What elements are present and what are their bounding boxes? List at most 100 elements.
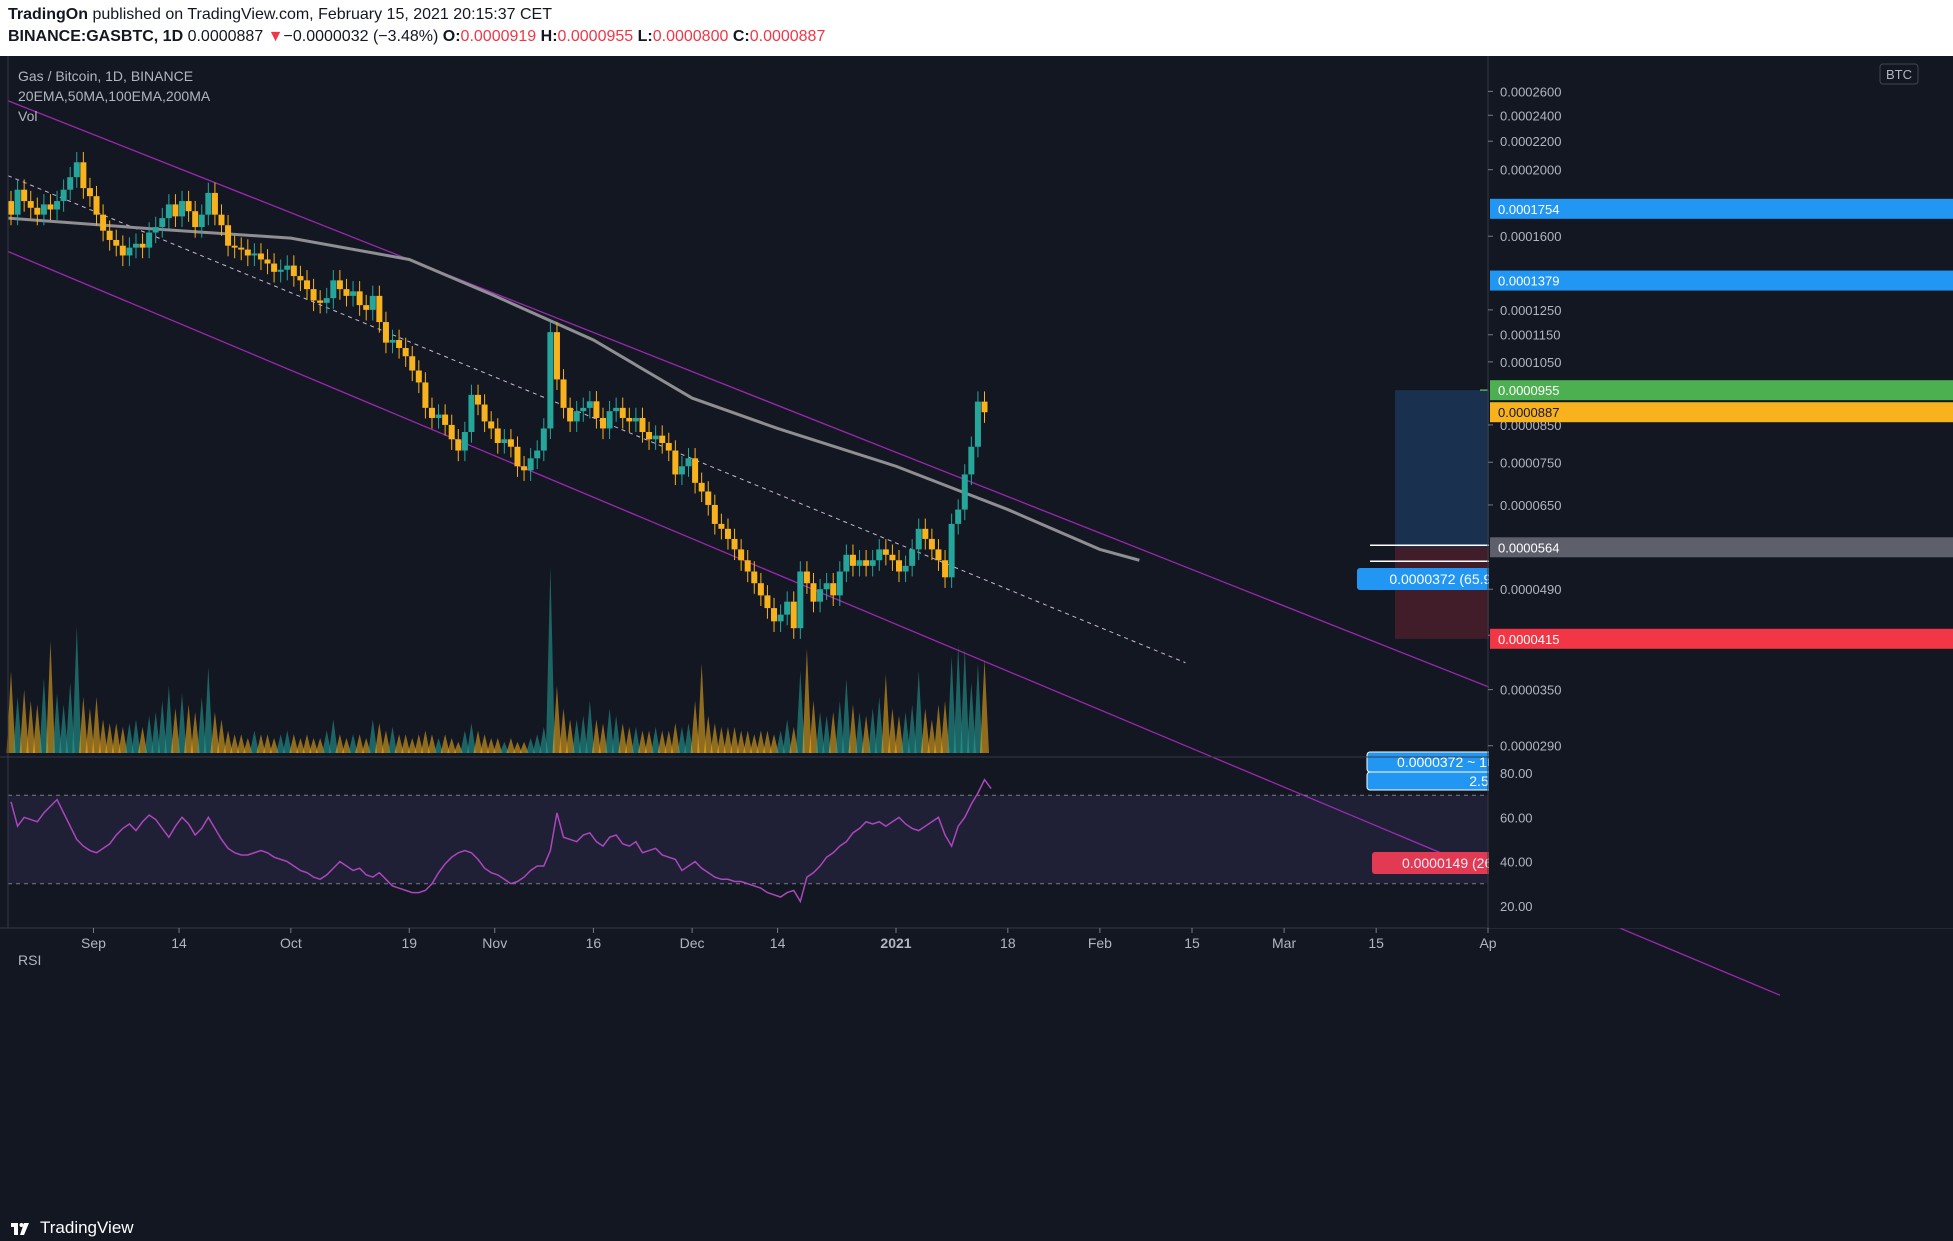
time-tick-label: 15 [1184,935,1200,951]
rsi-tick-label: 20.00 [1500,899,1533,914]
candle-body [277,269,284,272]
open-value: 0.0000919 [460,28,537,45]
price-tick-label: 0.0001250 [1500,303,1561,318]
time-tick-label: 14 [171,935,187,951]
time-tick-label: Oct [280,935,302,951]
candle-body [757,583,764,596]
candle-body [225,225,232,246]
change-arrow-icon: ▼ [267,28,284,45]
candle-body [652,435,659,440]
candle-body [172,204,179,217]
candle-body [830,583,837,596]
price-tick-label: 0.0002400 [1500,108,1561,123]
chart-svg[interactable]: 0.0000372 (65.96%) 1624.160.0000372 ~ 16… [0,56,1953,1215]
chart-frame[interactable]: 0.0000372 (65.96%) 1624.16 0.0000372 ~ 16… [0,56,1953,1215]
publisher-name[interactable]: TradingOn [8,6,88,23]
candle-body [297,276,304,281]
candle-body [659,435,666,443]
candle-body [185,201,192,212]
volume-mark [914,670,924,753]
price-tick-label: 0.0002000 [1500,163,1561,178]
candle-body [678,466,685,475]
candle-body [40,204,47,215]
candle-body [494,428,501,443]
currency-badge[interactable]: BTC [1886,67,1912,82]
candle-body [475,394,482,405]
candle-body [547,332,554,429]
candle-body [593,401,600,418]
candle-body [744,560,751,572]
candle-body [836,571,843,596]
candle-body [567,407,574,422]
candle-body [205,192,212,215]
tradingview-brand[interactable]: TradingView [40,1218,134,1238]
candle-body [271,263,278,272]
candle-body [553,332,560,380]
candle-body [692,458,699,483]
candle-body [942,560,949,578]
candle-body [455,439,462,451]
candle-body [711,504,718,524]
rsi-pane [8,778,1488,904]
ohlc-line: BINANCE:GASBTC, 1D 0.0000887 ▼−0.0000032… [8,28,825,46]
candle-body [468,394,475,433]
candle-body [896,560,902,572]
time-tick-label: 2021 [880,935,911,951]
candle-body [600,417,606,429]
published-text: published on TradingView.com, February 1… [88,6,552,23]
price-tick-label: 0.0001600 [1500,229,1561,244]
rsi-band [8,795,1488,884]
candle-body [402,347,409,357]
rsi-legend: RSI [18,952,41,968]
candle-body [422,382,429,408]
candle-body [580,407,587,412]
candle-body [284,265,291,270]
candle-body [527,458,534,471]
candle-body [343,289,350,296]
candle-body [606,411,613,429]
candle-body [968,446,975,475]
candle-body [290,265,297,277]
candle-body [93,196,100,215]
publish-line: TradingOn published on TradingView.com, … [8,6,552,24]
change-value: −0.0000032 (−3.48%) [283,28,439,45]
volume-mark [545,566,555,753]
candlestick-series[interactable] [8,152,988,639]
volume-mark [328,719,338,753]
volume-mark [92,696,102,753]
candle-body [132,243,139,248]
candle-body [817,589,824,602]
candle-body [179,201,186,217]
price-tick-label: 0.0000350 [1500,683,1561,698]
candle-body [409,356,416,371]
candle-body [705,491,712,505]
indicator-legend: 20EMA,50MA,100EMA,200MA [18,88,211,104]
channel-upper-line [7,100,1212,578]
candle-body [47,204,54,210]
candle-body [146,232,153,248]
tradingview-logo-icon[interactable] [10,1219,32,1237]
time-tick-label: Dec [680,935,705,951]
candle-body [198,214,205,228]
volume-mark [203,666,213,753]
time-tick-label: 14 [770,935,786,951]
time-tick-label: 18 [1000,935,1016,951]
low-value: 0.0000800 [652,28,729,45]
candle-body [619,407,626,418]
time-tick-label: 16 [586,935,602,951]
candle-body [54,201,61,210]
candle-body [751,571,758,584]
volume-mark [802,648,812,753]
price-label: 0.0000415 [1498,632,1559,647]
candle-body [106,230,113,240]
volume-mark [980,659,990,753]
candle-body [336,280,343,290]
time-tick-label: Sep [81,935,106,951]
candle-body [731,538,738,550]
time-tick-label: 19 [401,935,417,951]
candle-body [356,291,363,306]
candle-body [435,414,442,418]
candle-body [856,560,863,566]
close-label: C: [732,28,750,45]
time-tick-label: Mar [1272,935,1296,951]
